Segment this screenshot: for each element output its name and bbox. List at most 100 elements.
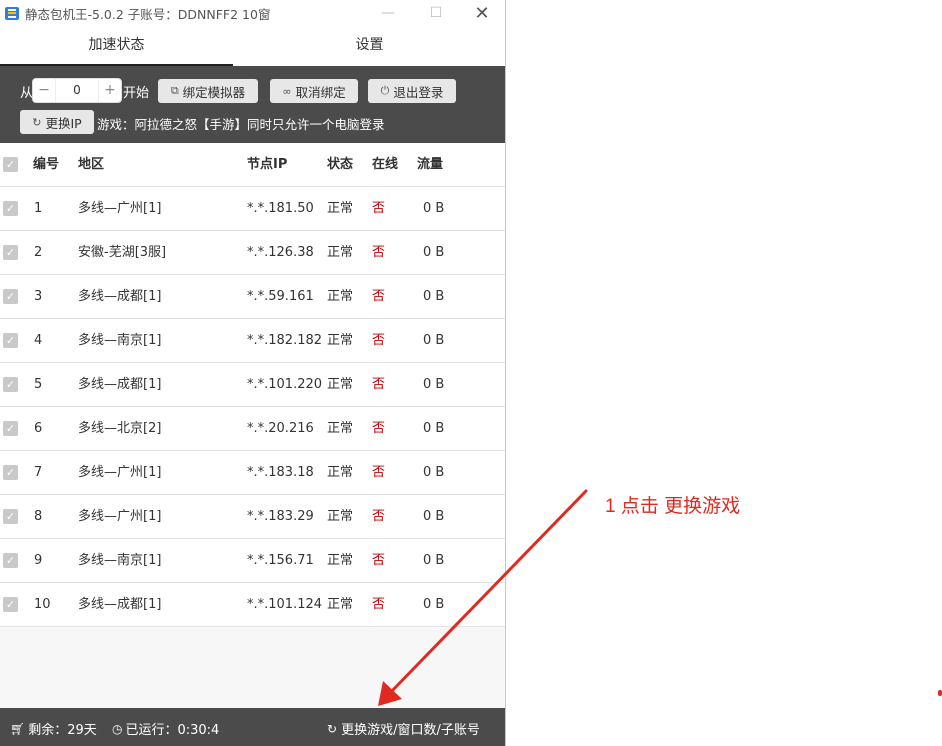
cell-online: 否: [372, 201, 386, 216]
minimize-button[interactable]: —: [378, 3, 398, 23]
maximize-button[interactable]: ☐: [426, 3, 446, 23]
window-title: 静态包机王-5.0.2 子账号：DDNNFF2 10窗: [25, 6, 271, 22]
table-row[interactable]: ✓ 9 多线—南京[1] *.*.156.71 正常 否 0 B: [0, 539, 505, 583]
power-icon: ⏻: [380, 84, 390, 97]
cell-online: 否: [372, 553, 386, 568]
row-checkbox[interactable]: ✓: [3, 597, 18, 612]
cell-region: 多线—南京[1]: [78, 553, 162, 568]
table-row[interactable]: ✓ 8 多线—广州[1] *.*.183.29 正常 否 0 B: [0, 495, 505, 539]
cell-ip: *.*.183.29: [247, 509, 314, 524]
cell-ip: *.*.156.71: [247, 553, 314, 568]
cell-status: 正常: [327, 597, 354, 612]
unbind-label: 取消绑定: [295, 84, 346, 100]
cell-traffic: 0 B: [423, 245, 445, 260]
cell-no: 5: [34, 377, 43, 392]
cell-online: 否: [372, 421, 386, 436]
cell-status: 正常: [327, 201, 354, 216]
app-logo-icon: [5, 6, 19, 20]
row-checkbox[interactable]: ✓: [3, 245, 18, 260]
cell-region: 多线—成都[1]: [78, 597, 162, 612]
row-checkbox[interactable]: ✓: [3, 509, 18, 524]
game-info-text: 游戏：阿拉德之怒【手游】同时只允许一个电脑登录: [97, 117, 385, 132]
cell-online: 否: [372, 465, 386, 480]
table-row[interactable]: ✓ 3 多线—成都[1] *.*.59.161 正常 否 0 B: [0, 275, 505, 319]
cell-ip: *.*.181.50: [247, 201, 314, 216]
cell-traffic: 0 B: [423, 201, 445, 216]
cell-ip: *.*.101.124: [247, 597, 323, 612]
cell-no: 8: [34, 509, 43, 524]
title-bar: 静态包机王-5.0.2 子账号：DDNNFF2 10窗 — ☐ ✕: [0, 0, 505, 26]
close-button[interactable]: ✕: [472, 3, 492, 24]
change-ip-label: 更换IP: [45, 115, 82, 131]
tab-settings[interactable]: 设置: [233, 26, 505, 66]
table-row[interactable]: ✓ 6 多线—北京[2] *.*.20.216 正常 否 0 B: [0, 407, 505, 451]
table-row[interactable]: ✓ 10 多线—成都[1] *.*.101.124 正常 否 0 B: [0, 583, 505, 627]
stepper-value[interactable]: 0: [55, 79, 99, 102]
refresh-icon: ↻: [32, 115, 42, 129]
cell-online: 否: [372, 245, 386, 260]
cell-region: 安徽-芜湖[3服]: [78, 245, 167, 260]
cell-region: 多线—广州[1]: [78, 201, 162, 216]
cell-status: 正常: [327, 465, 354, 480]
decrement-button[interactable]: −: [33, 79, 55, 102]
cell-traffic: 0 B: [423, 553, 445, 568]
change-game-button[interactable]: ↻ 更换游戏/窗口数/子账号: [327, 719, 480, 739]
tab-acceleration-status[interactable]: 加速状态: [0, 26, 233, 66]
cart-icon: 🛒︎: [10, 721, 26, 736]
cell-ip: *.*.183.18: [247, 465, 314, 480]
table-row[interactable]: ✓ 4 多线—南京[1] *.*.182.182 正常 否 0 B: [0, 319, 505, 363]
cell-no: 3: [34, 289, 43, 304]
cell-region: 多线—成都[1]: [78, 377, 162, 392]
cell-traffic: 0 B: [423, 421, 445, 436]
cell-online: 否: [372, 597, 386, 612]
cell-ip: *.*.126.38: [247, 245, 314, 260]
logout-button[interactable]: ⏻ 退出登录: [368, 79, 456, 103]
cell-region: 多线—广州[1]: [78, 509, 162, 524]
cell-no: 6: [34, 421, 43, 436]
cell-traffic: 0 B: [423, 333, 445, 348]
change-ip-button[interactable]: ↻ 更换IP: [20, 110, 94, 134]
cell-online: 否: [372, 377, 386, 392]
cell-region: 多线—广州[1]: [78, 465, 162, 480]
app-window: 静态包机王-5.0.2 子账号：DDNNFF2 10窗 — ☐ ✕ 加速状态 设…: [0, 0, 506, 746]
row-checkbox[interactable]: ✓: [3, 289, 18, 304]
start-index-stepper[interactable]: − 0 +: [32, 78, 122, 103]
row-checkbox[interactable]: ✓: [3, 201, 18, 216]
header-traffic: 流量: [417, 157, 444, 172]
row-checkbox[interactable]: ✓: [3, 465, 18, 480]
cell-ip: *.*.101.220: [247, 377, 323, 392]
cell-ip: *.*.182.182: [247, 333, 323, 348]
increment-button[interactable]: +: [99, 79, 121, 102]
header-region: 地区: [78, 157, 105, 172]
change-game-label: 更换游戏/窗口数/子账号: [341, 723, 480, 738]
table-row[interactable]: ✓ 2 安徽-芜湖[3服] *.*.126.38 正常 否 0 B: [0, 231, 505, 275]
table-row[interactable]: ✓ 1 多线—广州[1] *.*.181.50 正常 否 0 B: [0, 187, 505, 231]
table-row[interactable]: ✓ 5 多线—成都[1] *.*.101.220 正常 否 0 B: [0, 363, 505, 407]
select-all-checkbox[interactable]: ✓: [3, 157, 18, 172]
cell-region: 多线—成都[1]: [78, 289, 162, 304]
status-footer: 🛒︎ 剩余：29天 ◷ 已运行：0:30:4 ↻ 更换游戏/窗口数/子账号: [0, 708, 505, 746]
remaining-text: 剩余：29天: [28, 723, 97, 738]
running-time: ◷ 已运行：0:30:4: [112, 719, 220, 739]
table-row[interactable]: ✓ 7 多线—广州[1] *.*.183.18 正常 否 0 B: [0, 451, 505, 495]
header-no: 编号: [33, 157, 60, 172]
bind-emulator-button[interactable]: ⧉ 绑定模拟器: [158, 79, 258, 103]
row-checkbox[interactable]: ✓: [3, 553, 18, 568]
unbind-button[interactable]: ∞ 取消绑定: [270, 79, 358, 103]
bind-emulator-label: 绑定模拟器: [182, 84, 246, 100]
cell-ip: *.*.59.161: [247, 289, 314, 304]
cell-traffic: 0 B: [423, 289, 445, 304]
row-checkbox[interactable]: ✓: [3, 377, 18, 392]
cell-status: 正常: [327, 333, 354, 348]
cell-status: 正常: [327, 553, 354, 568]
cell-online: 否: [372, 509, 386, 524]
row-checkbox[interactable]: ✓: [3, 333, 18, 348]
cell-online: 否: [372, 333, 386, 348]
cell-ip: *.*.20.216: [247, 421, 314, 436]
cell-no: 7: [34, 465, 43, 480]
start-label: 开始: [123, 86, 150, 101]
running-text: 已运行：0:30:4: [125, 723, 220, 738]
annotation-text: 1 点击 更换游戏: [605, 496, 741, 517]
cell-status: 正常: [327, 245, 354, 260]
row-checkbox[interactable]: ✓: [3, 421, 18, 436]
